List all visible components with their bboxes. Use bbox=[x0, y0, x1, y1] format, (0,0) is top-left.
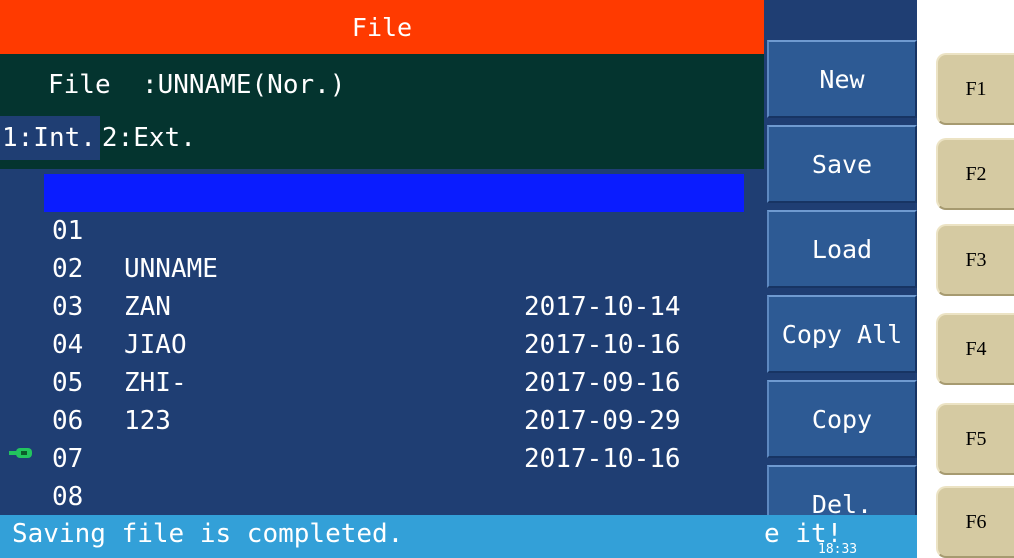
file-info-panel: File :UNNAME(Nor.) 1:Int. 2:Ext. bbox=[0, 54, 764, 169]
page-title: File bbox=[351, 12, 413, 42]
f5-key[interactable]: F5 bbox=[936, 403, 1014, 475]
file-row-04[interactable]: 04 ZHI- 2017-09-29 bbox=[44, 288, 744, 436]
f1-key[interactable]: F1 bbox=[936, 53, 1014, 125]
storage-tabs: 1:Int. 2:Ext. bbox=[0, 116, 200, 160]
file-row-01[interactable]: 01 UNNAME 2017-10-14 bbox=[44, 174, 744, 322]
status-bar: Saving file is completed. e it! 18:33 bbox=[0, 515, 917, 558]
file-row-07[interactable]: 07 bbox=[44, 402, 744, 474]
f3-key[interactable]: F3 bbox=[936, 224, 1014, 296]
file-row-02[interactable]: 02 ZAN 2017-10-16 bbox=[44, 212, 744, 360]
instrument-screen: File File :UNNAME(Nor.) 1:Int. 2:Ext. 01… bbox=[0, 0, 917, 558]
copy-all-button[interactable]: Copy All bbox=[767, 295, 917, 373]
file-label: File bbox=[48, 70, 111, 100]
tab-internal[interactable]: 1:Int. bbox=[0, 116, 100, 160]
usb-drive-icon bbox=[9, 448, 32, 458]
f4-key[interactable]: F4 bbox=[936, 313, 1014, 385]
copy-button[interactable]: Copy bbox=[767, 380, 917, 458]
new-button[interactable]: New bbox=[767, 40, 917, 118]
file-number: 08 bbox=[52, 482, 84, 512]
current-file-line: File :UNNAME(Nor.) bbox=[48, 70, 345, 100]
file-value: :UNNAME(Nor.) bbox=[141, 70, 346, 100]
tab-external[interactable]: 2:Ext. bbox=[100, 116, 200, 160]
file-row-06[interactable]: 06 bbox=[44, 364, 744, 436]
file-row-08[interactable]: 08 bbox=[44, 440, 744, 512]
load-button[interactable]: Load bbox=[767, 210, 917, 288]
status-message: Saving file is completed. bbox=[12, 519, 404, 549]
title-bar: File bbox=[0, 0, 764, 54]
save-button[interactable]: Save bbox=[767, 125, 917, 203]
f6-key[interactable]: F6 bbox=[936, 486, 1014, 558]
softkey-panel: New Save Load Copy All Copy Del. bbox=[764, 0, 917, 543]
file-row-05[interactable]: 05 123 2017-10-16 bbox=[44, 326, 744, 474]
f2-key[interactable]: F2 bbox=[936, 138, 1014, 210]
file-row-03[interactable]: 03 JIAO 2017-09-16 bbox=[44, 250, 744, 398]
clock: 18:33 bbox=[818, 542, 858, 557]
